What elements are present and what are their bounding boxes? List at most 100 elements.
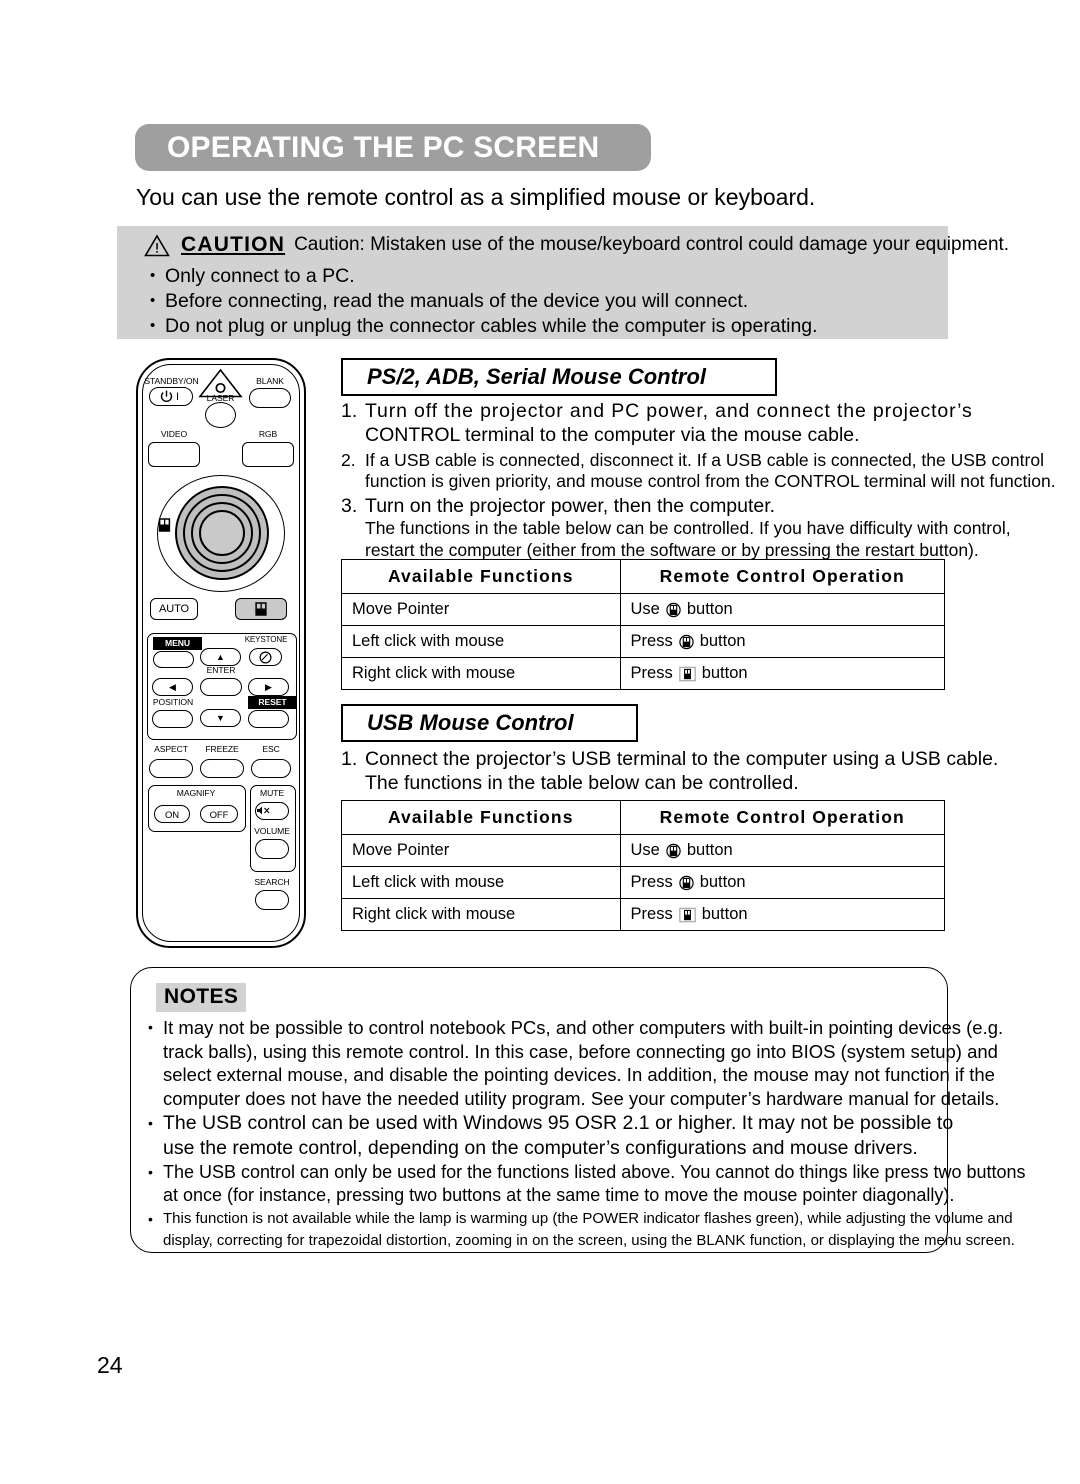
disc-mouse-icon	[666, 602, 681, 617]
remote-button-reset[interactable]	[248, 710, 289, 728]
operation-suffix: button	[686, 841, 733, 859]
remote-button-menu[interactable]	[153, 651, 194, 668]
remote-button-left[interactable]: ◀	[152, 678, 193, 696]
note-item: This function is not available while the…	[145, 1208, 1015, 1252]
cell-operation: Press button	[619, 657, 946, 690]
power-symbol-icon	[160, 390, 173, 402]
arrow-up-icon: ▲	[216, 651, 225, 662]
mouse-button-icon	[678, 666, 696, 681]
column-header-available-functions: Available Functions	[341, 800, 621, 835]
remote-button-esc[interactable]	[251, 759, 291, 778]
power-icon: I	[149, 390, 193, 403]
remote-label-freeze: FREEZE	[205, 744, 239, 754]
intro-text: You can use the remote control as a simp…	[136, 184, 816, 210]
remote-button-mute[interactable]	[255, 802, 289, 820]
cell-function: Move Pointer	[341, 593, 621, 626]
step-number: 3.	[341, 495, 358, 517]
column-header-remote-control-operation: Remote Control Operation	[619, 800, 946, 835]
remote-button-search[interactable]	[255, 890, 289, 910]
mute-speaker-icon	[256, 803, 271, 820]
operation-prefix: Use	[630, 841, 660, 859]
table-row: Left click with mouse Press button	[341, 625, 946, 658]
step-line: CONTROL terminal to the computer via the…	[365, 423, 860, 446]
remote-button-aspect[interactable]	[149, 759, 193, 778]
step-number: 1.	[341, 400, 358, 422]
caution-bullet: Before connecting, read the manuals of t…	[148, 288, 938, 314]
cell-function: Move Pointer	[341, 834, 621, 867]
table-row: Left click with mouse Press button	[341, 866, 946, 899]
cell-function: Right click with mouse	[341, 657, 621, 690]
remote-button-rgb[interactable]	[242, 442, 294, 467]
section-heading-usb: USB Mouse Control	[341, 704, 638, 742]
arrow-left-icon: ◀	[169, 681, 176, 692]
table-header-row: Available Functions Remote Control Opera…	[341, 559, 946, 594]
step-line: The functions in the table below can be …	[365, 771, 799, 794]
cell-operation: Use button	[619, 834, 946, 867]
usb-steps-list: 1. Connect the projector’s USB terminal …	[341, 748, 999, 795]
remote-button-position[interactable]	[152, 710, 193, 728]
notes-label: NOTES	[156, 983, 247, 1012]
caution-box: CAUTION Caution: Mistaken use of the mou…	[117, 226, 1009, 339]
operation-suffix: button	[699, 632, 746, 650]
remote-button-video[interactable]	[148, 442, 200, 467]
remote-button-keystone[interactable]	[249, 648, 282, 666]
note-line: select external mouse, and disable the p…	[163, 1064, 995, 1085]
operation-prefix: Press	[630, 905, 673, 923]
remote-label-auto: AUTO	[159, 603, 189, 615]
mouse-button-icon	[255, 602, 267, 616]
remote-button-down[interactable]: ▼	[200, 709, 241, 727]
note-line: computer does not have the needed utilit…	[163, 1087, 1000, 1109]
disc-mouse-icon	[158, 518, 171, 532]
ps2-functions-table: Available Functions Remote Control Opera…	[341, 559, 946, 690]
remote-label-reset: RESET	[248, 696, 297, 709]
column-header-remote-control-operation: Remote Control Operation	[619, 559, 946, 594]
page-title: OPERATING THE PC SCREEN	[167, 130, 600, 164]
remote-label-blank: BLANK	[256, 376, 284, 386]
step-line: Connect the projector’s USB terminal to …	[365, 748, 999, 770]
note-line: display, correcting for trapezoidal dist…	[163, 1232, 1015, 1249]
remote-label-menu: MENU	[153, 637, 202, 650]
notes-box: NOTES It may not be possible to control …	[130, 967, 1026, 1253]
usb-step: 1. Connect the projector’s USB terminal …	[341, 748, 999, 795]
remote-button-blank[interactable]	[249, 388, 291, 408]
note-item: The USB control can only be used for the…	[145, 1161, 1026, 1207]
remote-button-laser[interactable]	[205, 402, 236, 428]
disc-mouse-icon	[679, 634, 694, 649]
arrow-down-icon: ▼	[216, 712, 225, 723]
remote-disc-center[interactable]	[199, 510, 245, 556]
page-title-banner: OPERATING THE PC SCREEN	[135, 124, 651, 171]
remote-label-esc: ESC	[262, 744, 280, 754]
notes-list: It may not be possible to control notebo…	[145, 1016, 1026, 1253]
caution-bullet: Only connect to a PC.	[148, 263, 938, 289]
cell-function: Left click with mouse	[341, 625, 621, 658]
ps2-steps-list: 1. Turn off the projector and PC power, …	[341, 400, 1056, 561]
remote-control-illustration: STANDBY/ON I LASER BLANK VIDEO RGB AUTO …	[136, 358, 306, 948]
operation-prefix: Press	[630, 873, 673, 891]
remote-button-freeze[interactable]	[200, 759, 244, 778]
remote-button-volume[interactable]	[255, 839, 289, 859]
remote-button-right[interactable]: ▶	[248, 678, 289, 696]
section-heading-ps2-label: PS/2, ADB, Serial Mouse Control	[367, 364, 707, 389]
note-line: It may not be possible to control notebo…	[163, 1017, 1004, 1038]
section-heading-usb-label: USB Mouse Control	[367, 710, 574, 735]
operation-suffix: button	[701, 664, 748, 682]
step-line: Turn off the projector and PC power, and…	[365, 400, 973, 422]
table-row: Move Pointer Use button	[341, 593, 946, 626]
caution-bullet-list: Only connect to a PC. Before connecting,…	[148, 263, 938, 339]
step-subline: restart the computer (either from the so…	[365, 539, 979, 560]
remote-button-up[interactable]: ▲	[200, 648, 241, 666]
cell-function: Left click with mouse	[341, 866, 621, 899]
cell-operation: Press button	[619, 625, 946, 658]
cell-function: Right click with mouse	[341, 898, 621, 931]
remote-button-enter[interactable]	[200, 678, 242, 696]
operation-prefix: Use	[630, 600, 660, 618]
remote-label-rgb: RGB	[258, 429, 278, 439]
remote-label-on: ON	[164, 810, 180, 821]
operation-suffix: button	[699, 873, 746, 891]
column-header-available-functions: Available Functions	[341, 559, 621, 594]
step-line: function is given priority, and mouse co…	[365, 471, 1056, 491]
remote-label-mute: MUTE	[260, 788, 284, 798]
note-line: The USB control can only be used for the…	[163, 1162, 1026, 1182]
remote-label-magnify: MAGNIFY	[176, 788, 216, 798]
warning-triangle-icon	[144, 233, 170, 257]
